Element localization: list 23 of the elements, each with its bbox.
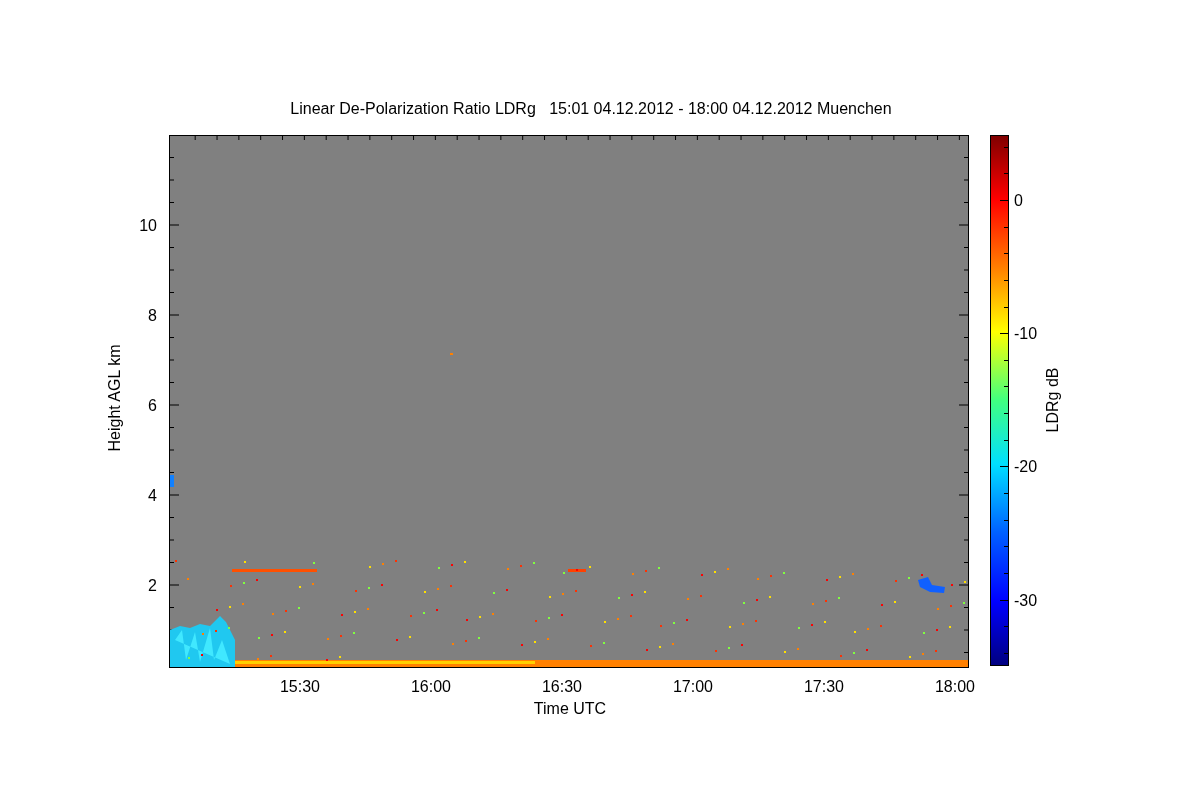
cloud-echo-patch [170,475,174,487]
x-tick-label: 15:30 [280,678,320,695]
cloud-echo-patch [918,577,945,593]
y-tick-label: 6 [148,397,157,414]
y-axis-label: Height AGL km [106,344,123,452]
colorbar-tick-label: -20 [1014,458,1038,476]
x-tick-label: 16:30 [542,678,582,695]
colorbar-tick-label: -30 [1014,591,1038,609]
x-tick-label: 16:00 [411,678,451,695]
x-axis-label: Time UTC [533,700,607,717]
echo-layer-streak [568,569,586,572]
colorbar-tick-label: 0 [1014,192,1023,209]
y-tick-label: 4 [148,487,157,504]
plot-title: Linear De-Polarization Ratio LDRg 15:01 04.12.2012 - 18:00 04.12.2012 Muenchen [290,100,892,117]
y-tick-label: 8 [148,307,157,324]
x-tick-label: 17:00 [673,678,713,695]
colorbar-label: LDRg dB [1044,367,1061,433]
x-tick-label: 17:30 [804,678,844,695]
y-tick-label: 2 [148,577,157,594]
x-tick-label: 18:00 [935,678,975,695]
cloud-echo-patch [170,616,235,667]
colorbar-tick-label: -10 [1014,325,1038,343]
y-tick-label: 10 [139,217,157,234]
